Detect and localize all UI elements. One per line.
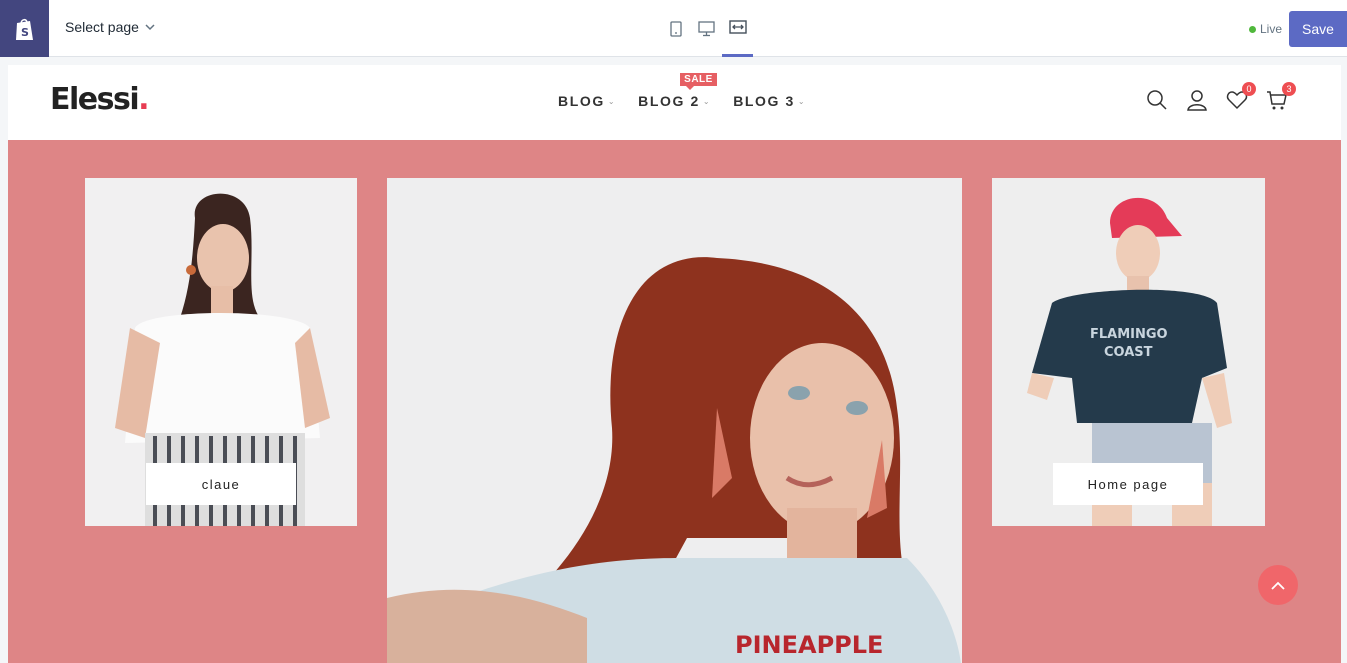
scroll-to-top-button[interactable] xyxy=(1258,565,1298,605)
nav-item-blog-2[interactable]: SALE BLOG 2 ⌄ xyxy=(638,73,717,109)
desktop-icon xyxy=(698,20,715,36)
live-label: Live xyxy=(1260,22,1283,36)
banner-center[interactable]: PINEAPPLE xyxy=(387,178,962,663)
store-logo-text: Elessi xyxy=(50,82,140,117)
nav-item-label: BLOG xyxy=(558,93,605,109)
shopify-logo-icon[interactable]: S xyxy=(0,0,49,57)
store-logo-dot: . xyxy=(138,82,149,117)
live-status: Live xyxy=(1249,22,1282,36)
cart-icon[interactable]: 3 xyxy=(1266,82,1296,111)
main-navigation: BLOG ⌄ SALE BLOG 2 ⌄ BLOG 3 ⌄ xyxy=(558,73,806,109)
device-switcher xyxy=(660,0,753,57)
banner-left[interactable]: claue xyxy=(85,178,357,526)
chevron-down-icon: ⌄ xyxy=(607,96,617,106)
chevron-up-icon xyxy=(1271,581,1285,590)
svg-text:FLAMINGO: FLAMINGO xyxy=(1090,327,1168,342)
sale-badge: SALE xyxy=(680,73,717,90)
account-icon[interactable] xyxy=(1186,89,1208,111)
full-width-view-button[interactable] xyxy=(722,0,753,57)
chevron-down-icon xyxy=(145,23,155,30)
desktop-view-button[interactable] xyxy=(691,0,722,57)
banner-right[interactable]: FLAMINGO COAST Home page xyxy=(992,178,1265,526)
svg-text:COAST: COAST xyxy=(1104,345,1153,360)
cart-count: 3 xyxy=(1282,82,1296,96)
select-page-dropdown[interactable]: Select page xyxy=(65,19,155,35)
nav-item-label: BLOG 2 xyxy=(638,93,700,109)
svg-text:S: S xyxy=(21,26,29,39)
live-dot-icon xyxy=(1249,25,1256,33)
full-width-icon xyxy=(728,20,747,34)
editor-scrollbar[interactable] xyxy=(1341,57,1347,663)
mobile-view-button[interactable] xyxy=(660,0,691,57)
save-button[interactable]: Save xyxy=(1289,11,1347,47)
header-actions: 0 3 xyxy=(1146,82,1296,111)
store-logo[interactable]: Elessi. xyxy=(50,82,150,117)
shirt-print-text: PINEAPPLE xyxy=(735,631,883,659)
theme-editor-toolbar: S Select page Live Save xyxy=(0,0,1347,57)
banner-left-label[interactable]: claue xyxy=(146,463,296,505)
chevron-down-icon: ⌄ xyxy=(702,96,712,106)
model-red-hair-image: PINEAPPLE xyxy=(387,178,962,663)
wishlist-count: 0 xyxy=(1242,82,1256,96)
storefront-preview: Elessi. BLOG ⌄ SALE BLOG 2 ⌄ BLOG 3 ⌄ 0 … xyxy=(8,65,1341,663)
search-icon[interactable] xyxy=(1146,89,1168,111)
nav-item-blog[interactable]: BLOG ⌄ xyxy=(558,93,616,109)
select-page-label: Select page xyxy=(65,19,139,35)
nav-item-label: BLOG 3 xyxy=(733,93,795,109)
nav-item-blog-3[interactable]: BLOG 3 ⌄ xyxy=(733,93,806,109)
banner-right-label[interactable]: Home page xyxy=(1053,463,1203,505)
store-header: Elessi. BLOG ⌄ SALE BLOG 2 ⌄ BLOG 3 ⌄ 0 … xyxy=(8,65,1341,140)
chevron-down-icon: ⌄ xyxy=(797,96,807,106)
wishlist-icon[interactable]: 0 xyxy=(1226,82,1256,111)
mobile-icon xyxy=(669,20,682,37)
